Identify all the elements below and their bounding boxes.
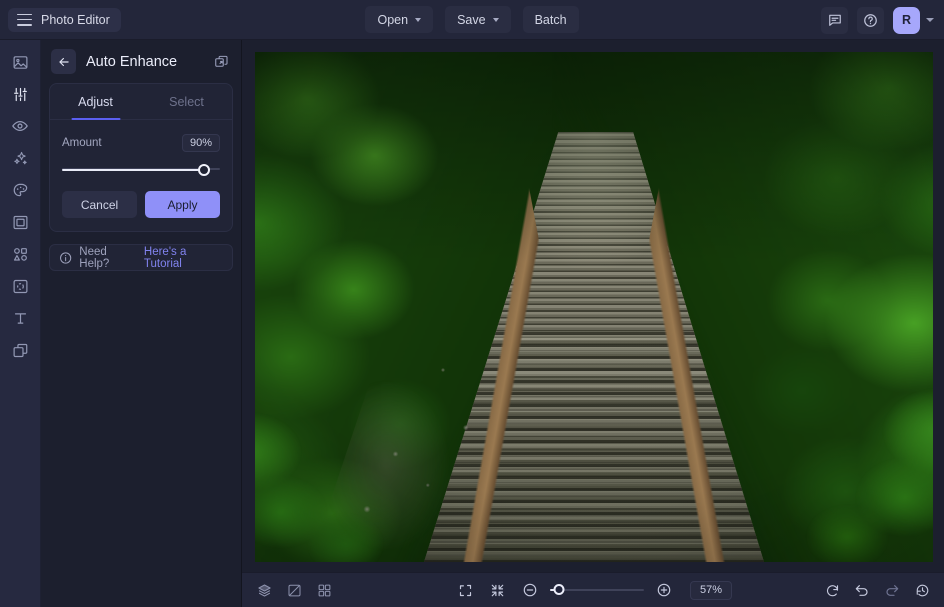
sidebar-item-color[interactable]: [5, 178, 35, 202]
sidebar-item-layers[interactable]: [5, 338, 35, 362]
sidebar-item-retouch[interactable]: [5, 114, 35, 138]
account-chevron-down-icon[interactable]: [926, 18, 934, 22]
open-button[interactable]: Open: [365, 6, 433, 33]
sidebar-item-image[interactable]: [5, 50, 35, 74]
help-circle-icon: [863, 13, 878, 28]
side-panel: Auto Enhance Adjust Select Amount 90%: [41, 40, 242, 607]
open-button-label: Open: [377, 13, 408, 27]
amount-label: Amount: [62, 137, 102, 149]
arrow-left-icon: [57, 55, 71, 69]
comment-icon: [828, 13, 842, 27]
avatar-initial: R: [902, 13, 911, 27]
panel-header: Auto Enhance: [41, 40, 241, 83]
comment-button[interactable]: [821, 7, 848, 34]
zoom-out-button[interactable]: [518, 579, 542, 602]
redo-arrow-icon: [884, 582, 900, 598]
cancel-button[interactable]: Cancel: [62, 191, 137, 218]
palette-icon: [12, 182, 29, 199]
tutorial-link[interactable]: Here's a Tutorial: [144, 246, 223, 270]
amount-slider-knob[interactable]: [198, 164, 210, 176]
zoom-out-icon: [522, 582, 538, 598]
history-clock-icon: [915, 583, 930, 598]
shapes-icon: [12, 246, 29, 263]
sparkles-icon: [12, 150, 29, 167]
chevron-down-icon: [493, 18, 499, 22]
undo-button[interactable]: [850, 579, 874, 602]
undo-arrow-icon: [854, 582, 870, 598]
zoom-level-value[interactable]: 57%: [690, 581, 732, 600]
sidebar-item-text[interactable]: [5, 306, 35, 330]
zoom-slider[interactable]: [550, 583, 644, 597]
photo-preview[interactable]: [255, 52, 933, 562]
amount-slider[interactable]: [62, 162, 220, 178]
layers-copy-icon: [12, 342, 29, 359]
sidebar-item-adjustments[interactable]: [5, 82, 35, 106]
popout-panel-button[interactable]: [209, 50, 233, 74]
help-tutorial-banner[interactable]: Need Help? Here's a Tutorial: [49, 244, 233, 271]
top-bar: Photo Editor Open Save Batch: [0, 0, 944, 40]
batch-button[interactable]: Batch: [523, 6, 579, 33]
sidebar-item-shapes[interactable]: [5, 242, 35, 266]
back-button[interactable]: [51, 49, 76, 74]
bottom-right-tools: [820, 579, 934, 602]
fullscreen-button[interactable]: [454, 579, 478, 602]
eye-icon: [11, 117, 29, 135]
top-bar-right-group: R: [821, 0, 934, 40]
amount-slider-fill: [62, 169, 204, 171]
frame-icon: [12, 214, 29, 231]
collapse-icon: [490, 583, 505, 598]
info-icon: [59, 251, 72, 265]
amount-value[interactable]: 90%: [182, 134, 220, 152]
text-icon: [12, 310, 29, 327]
tool-rail: [0, 40, 41, 607]
apply-button[interactable]: Apply: [145, 191, 220, 218]
save-button[interactable]: Save: [445, 6, 511, 33]
filter-frame-icon: [12, 278, 29, 295]
sidebar-item-filters[interactable]: [5, 274, 35, 298]
tab-select[interactable]: Select: [141, 84, 232, 119]
help-text: Need Help?: [79, 246, 137, 270]
panel-actions: Cancel Apply: [50, 191, 232, 231]
help-button[interactable]: [857, 7, 884, 34]
zoom-slider-knob[interactable]: [554, 584, 565, 595]
refresh-icon: [825, 583, 840, 598]
tab-adjust[interactable]: Adjust: [50, 84, 141, 119]
amount-row: Amount 90%: [62, 134, 220, 152]
sidebar-item-crop[interactable]: [5, 210, 35, 234]
amount-control: Amount 90%: [50, 120, 232, 191]
chevron-down-icon: [415, 18, 421, 22]
fit-screen-button[interactable]: [486, 579, 510, 602]
duplicate-icon: [214, 54, 229, 69]
expand-icon: [458, 583, 473, 598]
avatar[interactable]: R: [893, 7, 920, 34]
image-icon: [12, 54, 29, 71]
history-button[interactable]: [910, 579, 934, 602]
panel-title: Auto Enhance: [86, 54, 209, 70]
batch-button-label: Batch: [535, 13, 567, 27]
bottom-bar: 57%: [242, 572, 944, 607]
reset-button[interactable]: [820, 579, 844, 602]
zoom-in-icon: [656, 582, 672, 598]
adjust-card: Adjust Select Amount 90% Cancel Apply: [49, 83, 233, 232]
editor-canvas[interactable]: [242, 40, 944, 572]
sidebar-item-effects[interactable]: [5, 146, 35, 170]
photo-vignette: [255, 52, 933, 562]
zoom-in-button[interactable]: [652, 579, 676, 602]
save-button-label: Save: [457, 13, 486, 27]
sliders-icon: [12, 86, 29, 103]
redo-button[interactable]: [880, 579, 904, 602]
panel-tabs: Adjust Select: [50, 84, 232, 120]
top-bar-center-group: Open Save Batch: [0, 6, 944, 33]
